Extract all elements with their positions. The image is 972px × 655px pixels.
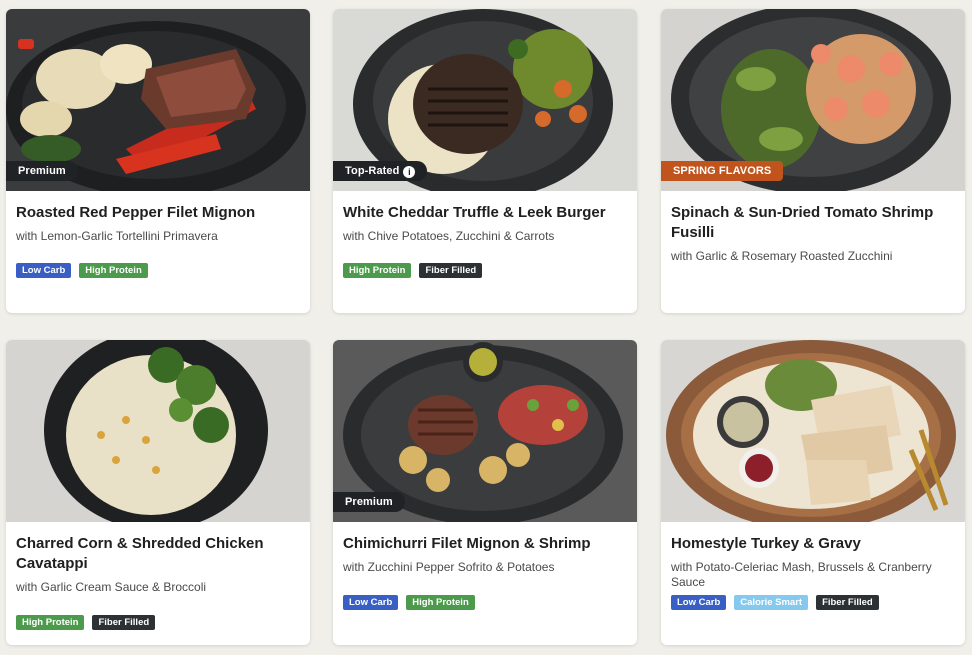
badge-list: Low Carb Calorie Smart Fiber Filled [671, 595, 879, 610]
meal-card[interactable]: Premium Chimichurri Filet Mignon & Shrim… [333, 340, 637, 645]
info-icon[interactable]: i [403, 166, 416, 178]
badge-low-carb: Low Carb [671, 595, 727, 610]
meal-tag: SPRING FLAVORS [661, 161, 784, 181]
meal-card[interactable]: Charred Corn & Shredded Chicken Cavatapp… [6, 340, 310, 645]
badge-fiber-filled: Fiber Filled [816, 595, 879, 610]
meal-title: Chimichurri Filet Mignon & Shrimp [343, 535, 591, 552]
badge-low-carb: Low Carb [343, 595, 399, 610]
badge-list: Low Carb High Protein [343, 595, 475, 610]
meal-subtitle: with Garlic & Rosemary Roasted Zucchini [671, 249, 893, 263]
turkey-gravy-photo [661, 340, 965, 522]
meal-photo: Premium [333, 340, 637, 522]
meal-card[interactable]: SPRING FLAVORS Spinach & Sun-Dried Tomat… [661, 9, 965, 313]
meal-title: Spinach & Sun-Dried Tomato Shrimp Fusill… [671, 204, 934, 241]
meal-subtitle: with Zucchini Pepper Sofrito & Potatoes [343, 560, 555, 574]
badge-fiber-filled: Fiber Filled [92, 615, 156, 630]
badge-high-protein: High Protein [16, 615, 85, 630]
badge-list: High Protein Fiber Filled [16, 615, 156, 630]
meal-subtitle: with Chive Potatoes, Zucchini & Carrots [343, 229, 555, 243]
meal-subtitle: with Garlic Cream Sauce & Broccoli [16, 580, 207, 594]
badge-list: Low Carb High Protein [16, 263, 148, 278]
badge-low-carb: Low Carb [16, 263, 72, 278]
meal-photo: Top-Rated i [333, 9, 637, 191]
meal-grid: Premium Roasted Red Pepper Filet Mignon … [0, 0, 972, 655]
meal-tag: Premium [6, 161, 78, 181]
meal-card[interactable]: Top-Rated i White Cheddar Truffle & Leek … [333, 9, 637, 313]
meal-title: Roasted Red Pepper Filet Mignon [16, 204, 256, 221]
meal-title: Charred Corn & Shredded Chicken Cavatapp… [16, 535, 264, 572]
meal-photo: SPRING FLAVORS [661, 9, 965, 191]
meal-card[interactable]: Premium Roasted Red Pepper Filet Mignon … [6, 9, 310, 313]
meal-subtitle: with Potato-Celeriac Mash, Brussels & Cr… [671, 560, 932, 589]
chicken-cavatappi-photo [6, 340, 310, 522]
meal-photo [661, 340, 965, 522]
meal-card[interactable]: Homestyle Turkey & Gravy with Potato-Cel… [661, 340, 965, 645]
badge-high-protein: High Protein [79, 263, 148, 278]
badge-high-protein: High Protein [406, 595, 475, 610]
meal-tag: Premium [333, 492, 405, 512]
badge-list: High Protein Fiber Filled [343, 263, 483, 278]
badge-fiber-filled: Fiber Filled [419, 263, 483, 278]
meal-title: Homestyle Turkey & Gravy [671, 535, 861, 552]
badge-high-protein: High Protein [343, 263, 412, 278]
meal-title: White Cheddar Truffle & Leek Burger [343, 204, 606, 221]
badge-calorie-smart: Calorie Smart [734, 595, 809, 610]
meal-subtitle: with Lemon-Garlic Tortellini Primavera [16, 229, 218, 243]
meal-photo [6, 340, 310, 522]
meal-tag: Top-Rated i [333, 161, 428, 181]
meal-photo: Premium [6, 9, 310, 191]
